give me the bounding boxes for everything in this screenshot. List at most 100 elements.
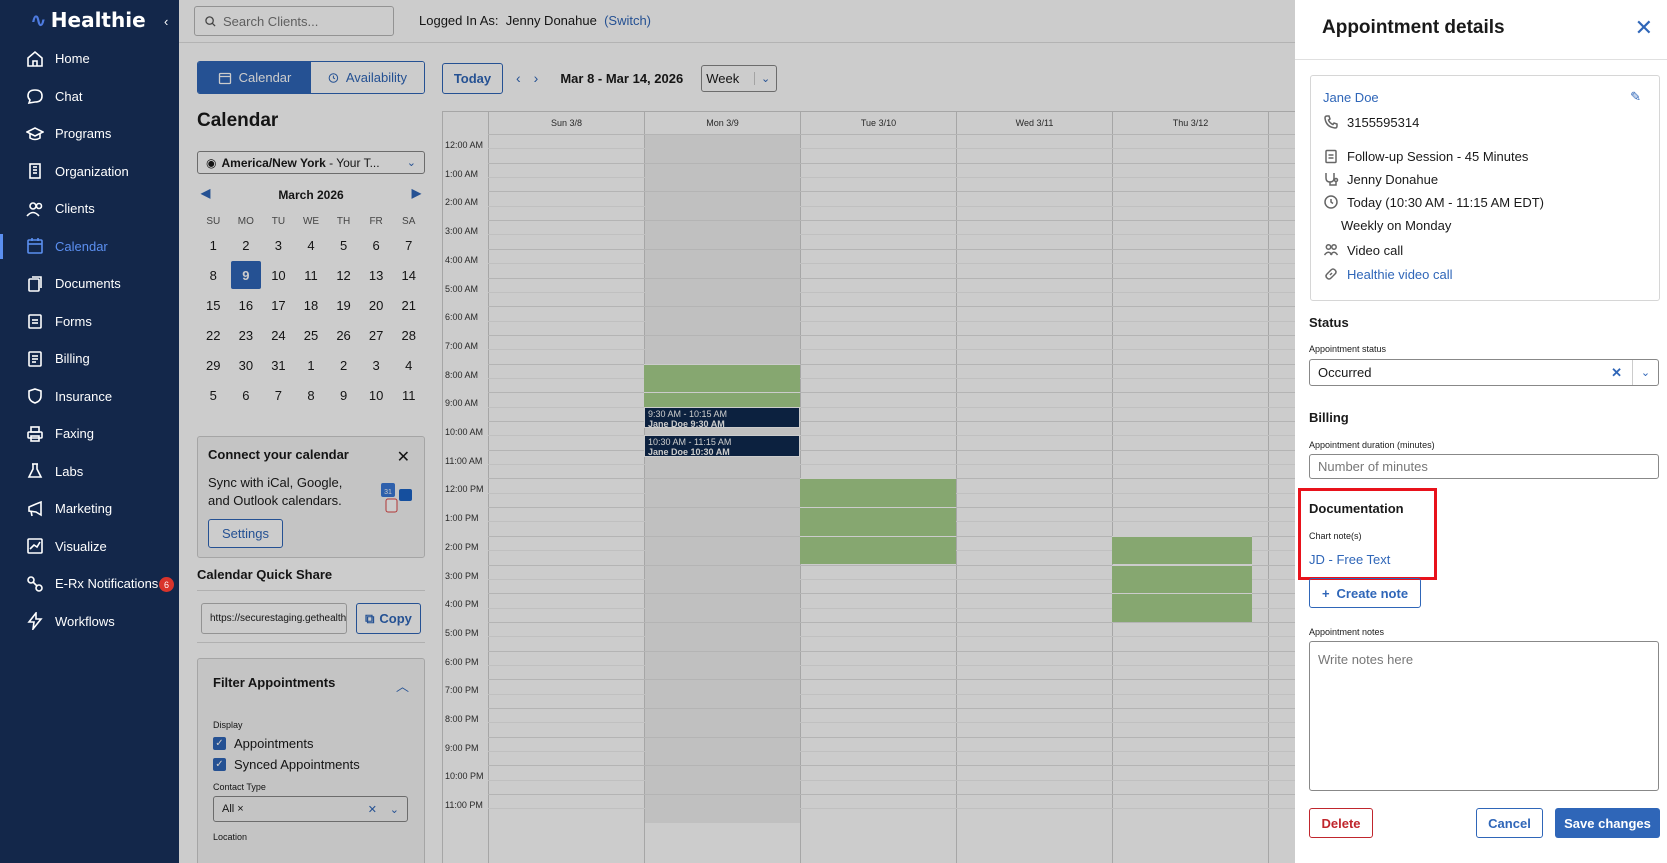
datetime-row: Today (10:30 AM - 11:15 AM EDT) <box>1323 194 1544 210</box>
contact-type-row: Video call <box>1323 242 1403 258</box>
modal-backdrop[interactable] <box>179 0 1295 863</box>
sidebar-item-documents[interactable]: Documents <box>0 265 179 303</box>
chat-icon <box>27 89 43 105</box>
appointment-notes-label: Appointment notes <box>1309 627 1385 637</box>
building-icon <box>29 163 41 180</box>
sidebar-item-marketing[interactable]: Marketing <box>0 490 179 528</box>
recurrence-text: Weekly on Monday <box>1341 218 1452 233</box>
appointment-type-row: Follow-up Session - 45 Minutes <box>1323 148 1528 164</box>
notes-placeholder: Write notes here <box>1318 652 1414 667</box>
chart-notes-label: Chart note(s) <box>1309 531 1362 541</box>
appointment-notes-textarea[interactable]: Write notes here <box>1309 641 1659 791</box>
sidebar-item-label: Billing <box>55 351 90 367</box>
notification-badge: 6 <box>159 577 174 592</box>
home-icon <box>27 50 43 67</box>
duration-input[interactable]: Number of minutes <box>1309 454 1659 479</box>
sidebar-item-faxing[interactable]: Faxing <box>0 415 179 453</box>
printer-icon <box>27 425 43 442</box>
save-changes-button[interactable]: Save changes <box>1555 808 1660 838</box>
sidebar-item-clients[interactable]: Clients <box>0 190 179 228</box>
sidebar-item-organization[interactable]: Organization <box>0 153 179 191</box>
phone-row: 3155595314 <box>1323 114 1419 130</box>
sidebar-item-label: Faxing <box>55 426 95 442</box>
sidebar-item-workflows[interactable]: Workflows <box>0 603 179 641</box>
create-note-button[interactable]: + Create note <box>1309 578 1421 608</box>
client-name-link[interactable]: Jane Doe <box>1323 90 1379 105</box>
app-name: Healthie <box>50 8 146 32</box>
billing-icon <box>28 350 42 367</box>
sidebar-item-labs[interactable]: Labs <box>0 453 179 491</box>
duration-placeholder: Number of minutes <box>1318 459 1428 474</box>
flask-icon <box>27 463 43 479</box>
stethoscope-icon <box>1325 173 1339 186</box>
appointment-type: Follow-up Session - 45 Minutes <box>1347 148 1529 164</box>
sidebar-item-label: Forms <box>55 313 92 329</box>
clipboard-icon <box>1325 149 1337 164</box>
sidebar-item-label: Home <box>55 51 90 67</box>
sidebar-item-calendar[interactable]: Calendar <box>0 228 179 266</box>
appointment-summary-card: Jane Doe ✎ 3155595314 Follow-up Session … <box>1310 75 1660 301</box>
sidebar-item-label: Calendar <box>55 238 108 254</box>
appointment-details-panel: Appointment details ✕ Jane Doe ✎ 3155595… <box>1295 0 1667 863</box>
cancel-button[interactable]: Cancel <box>1476 808 1543 838</box>
shield-icon <box>28 388 42 405</box>
sidebar: ∿ Healthie ‹ Home Chat Programs Organizatio… <box>0 0 179 863</box>
sidebar-item-insurance[interactable]: Insurance <box>0 378 179 416</box>
documentation-section-title: Documentation <box>1309 501 1404 516</box>
status-label: Appointment status <box>1309 344 1387 354</box>
sidebar-item-label: Visualize <box>55 538 107 554</box>
chevron-down-icon[interactable]: ⌄ <box>1632 360 1658 385</box>
sidebar-item-label: Chat <box>55 88 83 104</box>
provider-name: Jenny Donahue <box>1347 171 1439 187</box>
sidebar-nav: Home Chat Programs Organization Clients Calen… <box>0 40 179 640</box>
divider <box>1295 59 1667 60</box>
sidebar-item-label: Documents <box>55 276 121 292</box>
lightning-icon <box>27 612 43 631</box>
video-link-row[interactable]: Healthie video call <box>1323 266 1453 282</box>
healthie-logo[interactable]: ∿ Healthie <box>30 8 146 32</box>
appointment-status-select[interactable]: Occurred ✕ ⌄ <box>1309 359 1659 386</box>
edit-icon[interactable]: ✎ <box>1630 89 1641 105</box>
duration-label: Appointment duration (minutes) <box>1309 440 1435 450</box>
sidebar-item-label: Labs <box>55 463 84 479</box>
people-icon <box>1323 244 1339 256</box>
sidebar-item-label: Insurance <box>55 388 113 404</box>
sidebar-item-forms[interactable]: Forms <box>0 303 179 341</box>
delete-button[interactable]: Delete <box>1309 808 1373 838</box>
collapse-sidebar-icon[interactable]: ‹ <box>164 14 168 29</box>
sidebar-item-label: Programs <box>55 126 112 142</box>
sidebar-item-home[interactable]: Home <box>0 40 179 78</box>
link-icon <box>1325 268 1337 280</box>
sidebar-item-label: E-Rx Notifications <box>55 576 159 592</box>
video-call-link[interactable]: Healthie video call <box>1347 267 1453 282</box>
sidebar-item-label: Marketing <box>55 501 113 517</box>
sidebar-item-billing[interactable]: Billing <box>0 340 179 378</box>
calendar-icon <box>27 238 43 255</box>
sidebar-item-visualize[interactable]: Visualize <box>0 528 179 566</box>
appointment-datetime: Today (10:30 AM - 11:15 AM EDT) <box>1347 194 1545 210</box>
pulse-icon: ∿ <box>30 8 47 32</box>
client-phone: 3155595314 <box>1347 114 1420 130</box>
users-icon <box>26 201 43 217</box>
documents-icon <box>28 275 42 292</box>
sidebar-item-chat[interactable]: Chat <box>0 78 179 116</box>
provider-row: Jenny Donahue <box>1323 171 1438 187</box>
sidebar-item-label: Workflows <box>55 613 115 629</box>
recurring-clock-icon <box>1324 195 1338 209</box>
pills-icon <box>27 575 43 592</box>
phone-icon <box>1324 115 1338 129</box>
clipboard-icon <box>28 314 42 330</box>
close-icon[interactable]: ✕ <box>1635 15 1653 41</box>
sidebar-item-label: Organization <box>55 163 129 179</box>
graduation-cap-icon <box>26 126 44 141</box>
megaphone-icon <box>28 500 42 517</box>
contact-type: Video call <box>1347 242 1404 258</box>
billing-section-title: Billing <box>1309 410 1349 425</box>
panel-title: Appointment details <box>1322 17 1505 38</box>
sidebar-item-label: Clients <box>55 201 95 217</box>
sidebar-item-programs[interactable]: Programs <box>0 115 179 153</box>
sidebar-item-e-rx-notifications[interactable]: E-Rx Notifications 6 <box>0 565 179 603</box>
create-note-label: Create note <box>1336 585 1409 601</box>
chart-note-link[interactable]: JD - Free Text <box>1309 552 1390 567</box>
clear-icon[interactable]: ✕ <box>1611 365 1622 381</box>
